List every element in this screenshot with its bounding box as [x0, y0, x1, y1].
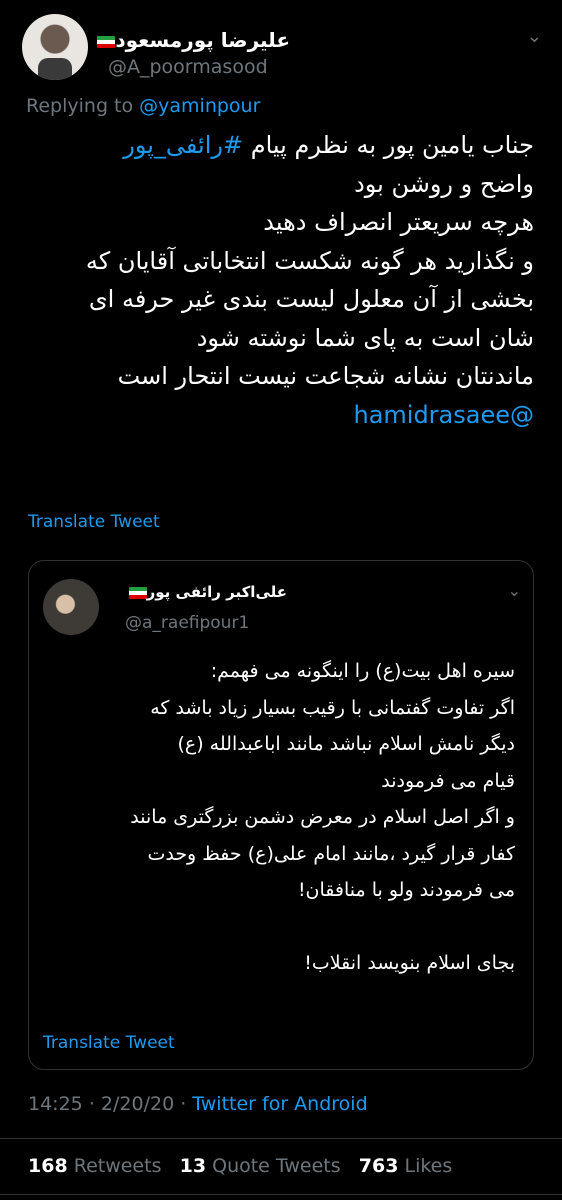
author-name-line[interactable]: علیرضا پورمسعود	[91, 28, 290, 52]
tweet-line-6: شان است به پای شما نوشته شود	[196, 323, 534, 352]
quoted-line: بجای اسلام بنویسد انقلاب!	[304, 952, 515, 974]
meta-separator: ·	[180, 1093, 187, 1115]
tweet-line-5: بخشی از آن معلول لیست بندی غیر حرفه ای	[88, 285, 534, 313]
replying-to: Replying to @yaminpour	[26, 95, 260, 117]
tweet-source-link[interactable]: Twitter for Android	[192, 1093, 367, 1115]
hashtag-link[interactable]: #رائفی_پور	[123, 131, 243, 159]
tweet-header: علیرضا پورمسعود @A_poormasood ⌄	[22, 8, 542, 88]
quotes-label: Quote Tweets	[212, 1155, 341, 1177]
divider	[0, 1194, 562, 1195]
chevron-down-icon[interactable]: ⌄	[527, 26, 542, 47]
quoted-line: کفار قرار گیرد ،مانند امام علی(ع) حفظ وح…	[147, 842, 515, 865]
quoted-author-avatar	[43, 579, 99, 635]
translate-tweet-button[interactable]: Translate Tweet	[28, 512, 160, 532]
tweet-time[interactable]: 14:25	[28, 1093, 83, 1115]
tweet-line-7: ماندنتان نشانه شجاعت نیست انتحار است	[117, 362, 534, 390]
divider	[0, 1138, 562, 1139]
author-handle[interactable]: @A_poormasood	[108, 56, 268, 78]
tweet-line-3: هرچه سریعتر انصراف دهید	[263, 208, 534, 236]
quoted-tweet-card[interactable]: علی‌اکبر رائفی پور @a_raefipour1 ⌄ سیره …	[28, 560, 534, 1070]
likes-count: 763	[358, 1155, 399, 1177]
quoted-author-name: علی‌اکبر رائفی پور	[146, 583, 287, 601]
replying-prefix: Replying to	[26, 95, 140, 117]
tweet-line-1: جناب یامین پور به نظرم پیام #رائفی_پور	[19, 126, 534, 165]
likes-label: Likes	[404, 1155, 453, 1177]
retweets-stat[interactable]: 168 Retweets	[28, 1155, 161, 1177]
quoted-line: اگر تفاوت گفتمانی با رقیب بسیار زیاد باش…	[150, 696, 515, 719]
tweet-line-1-text: جناب یامین پور به نظرم پیام	[250, 131, 534, 159]
quoted-author-name-line: علی‌اکبر رائفی پور	[123, 583, 287, 601]
quoted-line: و اگر اصل اسلام در معرض دشمن بزرگتری مان…	[130, 806, 515, 828]
tweet-stats: 168 Retweets 13 Quote Tweets 763 Likes	[28, 1155, 452, 1177]
tweet-text: جناب یامین پور به نظرم پیام #رائفی_پور و…	[19, 126, 534, 434]
tweet-timestamp: 14:25 · 2/20/20 · Twitter for Android	[28, 1093, 368, 1115]
author-name[interactable]: علیرضا پورمسعود	[115, 28, 290, 52]
quoted-tweet-text: سیره اهل بیت(ع) را اینگونه می فهمم: اگر …	[45, 653, 515, 982]
translate-quoted-tweet-button[interactable]: Translate Tweet	[43, 1033, 175, 1053]
quoted-line	[45, 909, 515, 946]
quoted-line: قیام می فرمودند	[381, 769, 515, 792]
quote-tweets-stat[interactable]: 13 Quote Tweets	[180, 1155, 341, 1177]
mention-link[interactable]: @hamidrasaee	[19, 396, 534, 435]
quoted-author-handle: @a_raefipour1	[125, 613, 250, 633]
tweet-line-2: واضح و روشن بود	[354, 169, 534, 198]
tweet-date[interactable]: 2/20/20	[101, 1093, 174, 1115]
meta-separator: ·	[88, 1093, 95, 1115]
likes-stat[interactable]: 763 Likes	[359, 1155, 453, 1177]
quoted-line: می فرمودند ولو با منافقان!	[297, 879, 515, 901]
quotes-count: 13	[179, 1155, 207, 1177]
author-avatar[interactable]	[22, 14, 88, 80]
iran-flag-icon	[97, 35, 116, 48]
quoted-line: سیره اهل بیت(ع) را اینگونه می فهمم:	[210, 660, 515, 682]
replying-handle-link[interactable]: @yaminpour	[139, 95, 260, 117]
iran-flag-icon	[128, 586, 147, 599]
tweet-line-4: و نگذارید هر گونه شکست انتخاباتی آقایان …	[85, 246, 534, 275]
quoted-line: دیگر نامش اسلام نباشد مانند اباعبدالله (…	[177, 733, 515, 755]
chevron-down-icon[interactable]: ⌄	[508, 581, 521, 600]
retweets-count: 168	[28, 1155, 68, 1177]
retweets-label: Retweets	[73, 1155, 162, 1177]
